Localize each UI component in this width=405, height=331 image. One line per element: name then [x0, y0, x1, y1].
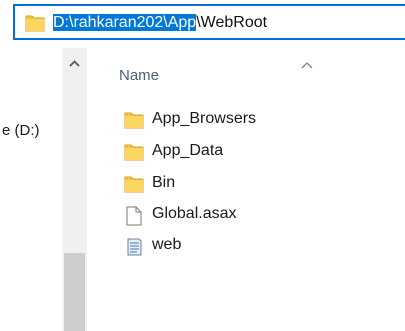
nav-item-drive-d[interactable]: e (D:) — [2, 122, 40, 139]
list-item-label: Bin — [152, 174, 176, 191]
address-path[interactable]: D:\rahkaran202\App\WebRoot — [53, 11, 267, 35]
address-bar[interactable]: D:\rahkaran202\App\WebRoot — [13, 4, 405, 40]
scrollbar-thumb[interactable] — [64, 253, 85, 331]
list-item-bin[interactable]: Bin — [124, 172, 364, 198]
folder-icon — [124, 175, 144, 198]
address-path-selected[interactable]: D:\rahkaran202\App — [53, 14, 197, 31]
folder-icon — [25, 14, 45, 37]
file-list: Name App_Browsers App_Data Bin Global.as… — [94, 48, 405, 331]
address-path-rest[interactable]: \WebRoot — [196, 14, 267, 31]
list-item-label: Global.asax — [152, 205, 237, 222]
config-file-icon — [124, 237, 144, 262]
list-item-label: App_Data — [152, 142, 224, 159]
list-item-global-asax[interactable]: Global.asax — [124, 203, 364, 229]
list-item-web-config[interactable]: web — [124, 234, 364, 260]
folder-icon — [124, 111, 144, 134]
list-item-label: App_Browsers — [152, 110, 257, 127]
column-header-name[interactable]: Name — [119, 67, 159, 84]
file-icon — [124, 206, 144, 231]
list-item-app-browsers[interactable]: App_Browsers — [124, 108, 364, 134]
chevron-up-icon — [69, 60, 80, 67]
list-item-label: web — [152, 236, 182, 253]
nav-scrollbar[interactable] — [62, 48, 87, 331]
folder-icon — [124, 143, 144, 166]
scroll-up-button[interactable] — [62, 52, 87, 76]
sort-ascending-icon — [300, 58, 314, 76]
list-item-app-data[interactable]: App_Data — [124, 140, 364, 166]
